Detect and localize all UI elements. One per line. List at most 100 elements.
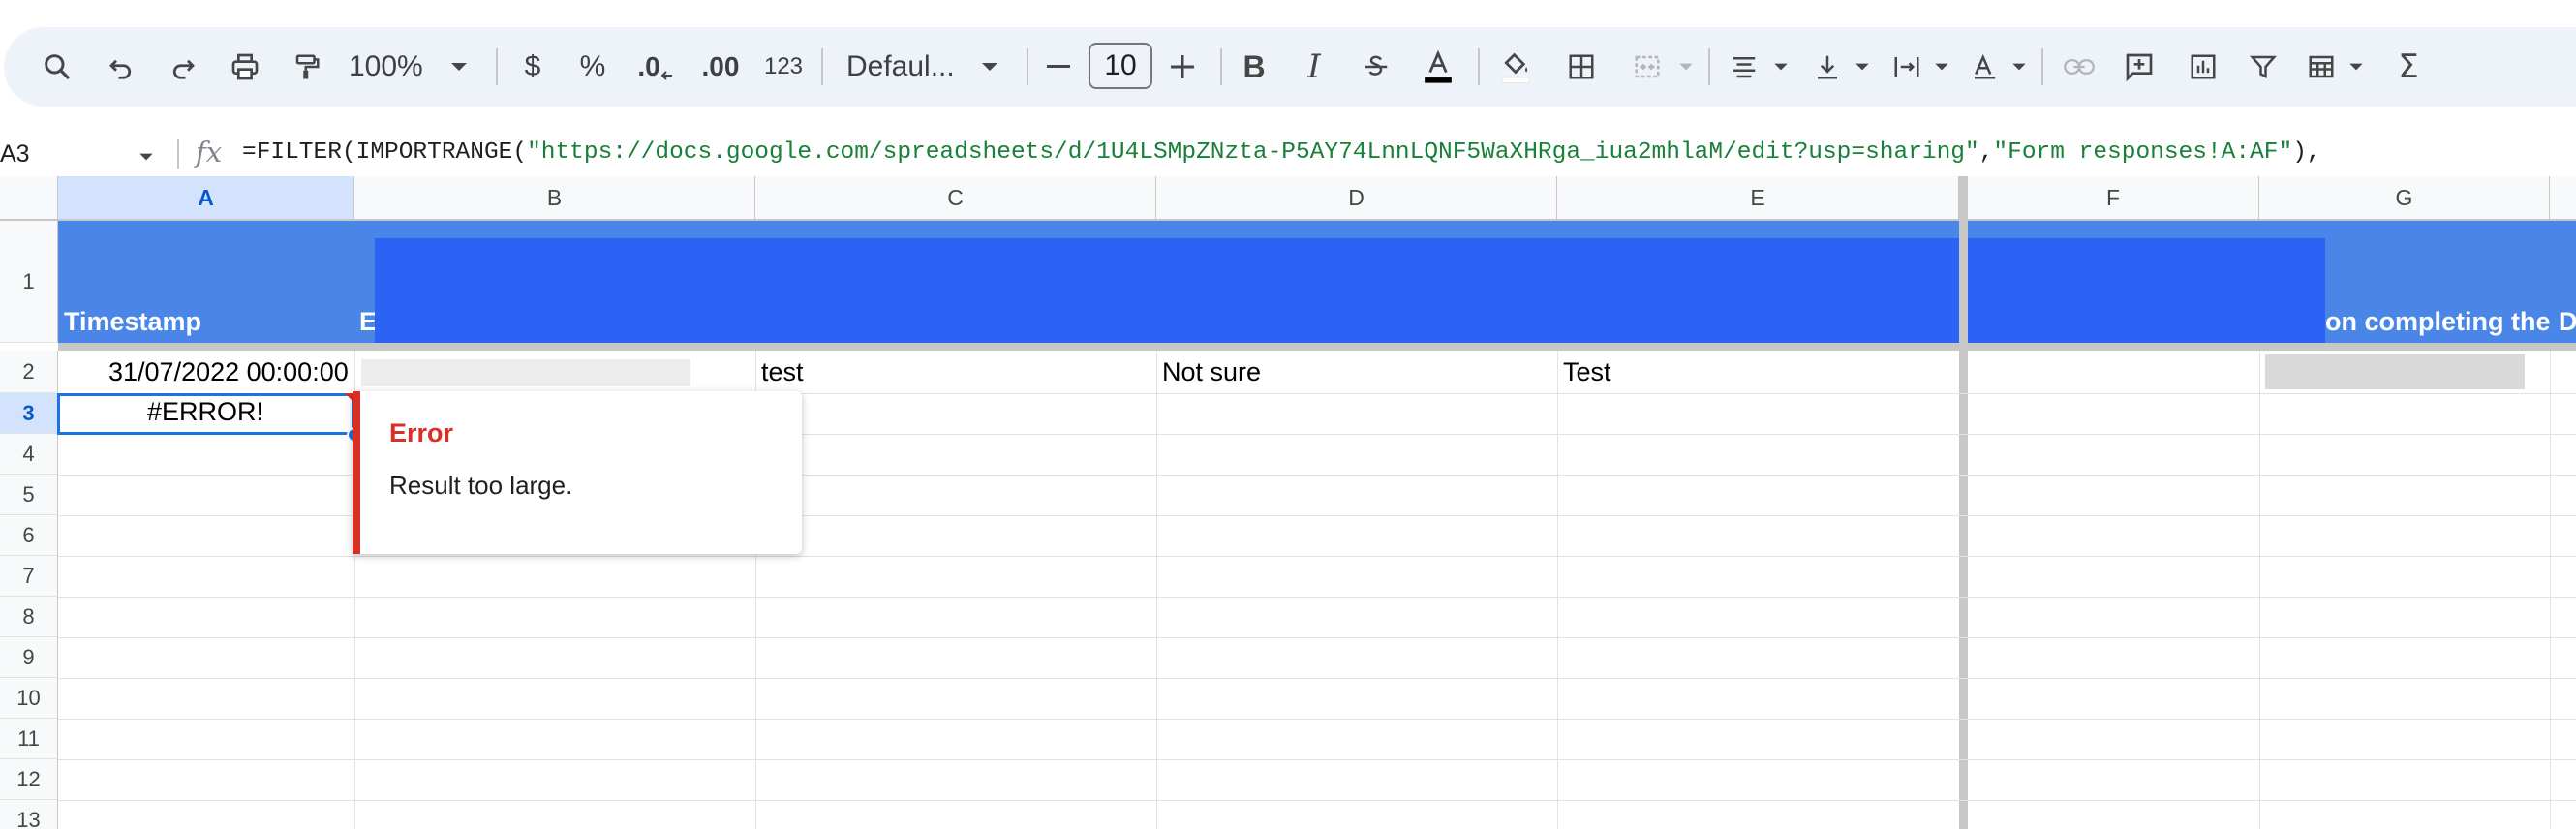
cell-c2[interactable]: test <box>761 357 804 387</box>
row-header-10[interactable]: 10 <box>0 678 58 719</box>
formula-comma: , <box>1978 139 1994 166</box>
font-size-increase-button[interactable] <box>1160 27 1205 107</box>
cell-e2[interactable]: Test <box>1563 357 1611 387</box>
row-header-5[interactable]: 5 <box>0 475 58 515</box>
italic-icon[interactable]: I <box>1290 27 1338 107</box>
row-header-1[interactable]: 1 <box>0 221 58 343</box>
undo-icon[interactable] <box>97 27 145 107</box>
cell-a2[interactable]: 31/07/2022 00:00:00 <box>108 357 349 387</box>
font-chevron-down-icon[interactable] <box>972 27 1007 107</box>
merge-chevron-down-icon[interactable] <box>1671 27 1701 107</box>
cell-d2[interactable]: Not sure <box>1162 357 1261 387</box>
gridline <box>2259 351 2260 829</box>
search-icon[interactable] <box>33 27 81 107</box>
name-box-chevron-down-icon[interactable] <box>138 149 155 167</box>
row-header-9[interactable]: 9 <box>0 637 58 678</box>
minus-icon <box>1047 65 1070 68</box>
row-header-8[interactable]: 8 <box>0 597 58 637</box>
gridline <box>58 556 2576 557</box>
row-header-3[interactable]: 3 <box>0 393 58 434</box>
frozen-row-divider[interactable] <box>58 343 2576 351</box>
decrease-decimal-button[interactable]: .0 <box>631 27 680 107</box>
text-color-icon[interactable] <box>1414 27 1462 107</box>
paint-format-icon[interactable] <box>283 27 331 107</box>
gridline <box>58 597 2576 598</box>
column-header-g[interactable]: G <box>2259 176 2550 219</box>
column-header-a[interactable]: A <box>58 176 354 219</box>
toolbar-divider <box>821 48 823 85</box>
active-cell-outline <box>57 393 354 435</box>
gridline <box>58 759 2576 760</box>
text-rotation-icon[interactable] <box>1960 27 2009 107</box>
column-header-d[interactable]: D <box>1156 176 1557 219</box>
strikethrough-icon[interactable] <box>1352 27 1400 107</box>
gridline <box>58 637 2576 638</box>
decrease-decimal-label: .0 <box>637 51 660 81</box>
font-family-select[interactable]: Defaul... <box>846 27 972 107</box>
percent-format-button[interactable]: % <box>571 27 614 107</box>
chart-icon[interactable] <box>2179 27 2227 107</box>
functions-icon[interactable]: Σ <box>2384 27 2433 107</box>
wrap-chevron-down-icon[interactable] <box>1927 27 1956 107</box>
increase-decimal-button[interactable]: .00 <box>693 27 748 107</box>
row-header-11[interactable]: 11 <box>0 719 58 759</box>
filter-icon[interactable] <box>2239 27 2287 107</box>
frozen-column-divider[interactable] <box>1959 176 1968 829</box>
gridline <box>1156 351 1157 829</box>
zoom-select[interactable]: 100% <box>349 27 436 107</box>
align-chevron-down-icon[interactable] <box>1766 27 1795 107</box>
cell-b2-redacted[interactable] <box>361 359 690 386</box>
table-icon[interactable] <box>2297 27 2346 107</box>
rotation-chevron-down-icon[interactable] <box>2005 27 2034 107</box>
row-header-12[interactable]: 12 <box>0 759 58 800</box>
plus-icon <box>1171 55 1194 78</box>
number-format-button[interactable]: 123 <box>759 27 808 107</box>
header-cell-h[interactable]: D <box>2559 307 2576 337</box>
column-header-c[interactable]: C <box>755 176 1156 219</box>
table-chevron-down-icon[interactable] <box>2342 27 2371 107</box>
column-header-h[interactable] <box>2550 176 2576 219</box>
bold-icon[interactable]: B <box>1230 27 1278 107</box>
fill-color-icon[interactable] <box>1491 27 1540 107</box>
zoom-value: 100% <box>349 50 423 82</box>
merge-cells-icon[interactable] <box>1623 27 1671 107</box>
cell-g2-redacted[interactable] <box>2265 354 2525 389</box>
font-size-decrease-button[interactable] <box>1036 27 1081 107</box>
header-cell-timestamp[interactable]: Timestamp <box>64 307 201 337</box>
toolbar-divider <box>2041 48 2043 85</box>
zoom-chevron-down-icon[interactable] <box>442 27 476 107</box>
column-header-b[interactable]: B <box>354 176 755 219</box>
column-header-f[interactable]: F <box>1968 176 2259 219</box>
main-toolbar: 100% $ % .0 .00 123 Defaul... 10 B I Σ <box>4 27 2576 107</box>
valign-chevron-down-icon[interactable] <box>1848 27 1877 107</box>
toolbar-divider <box>1478 48 1480 85</box>
horizontal-align-icon[interactable] <box>1720 27 1768 107</box>
gridline <box>1557 351 1558 829</box>
currency-format-button[interactable]: $ <box>511 27 554 107</box>
toolbar-divider <box>1708 48 1710 85</box>
vertical-align-icon[interactable] <box>1803 27 1852 107</box>
error-message: Result too large. <box>389 471 573 500</box>
row-header-7[interactable]: 7 <box>0 556 58 597</box>
print-icon[interactable] <box>221 27 269 107</box>
column-header-e[interactable]: E <box>1557 176 1959 219</box>
column-header-row: A B C D E F G <box>0 176 2576 221</box>
link-icon[interactable] <box>2055 27 2103 107</box>
select-all-corner[interactable] <box>0 176 58 219</box>
row-header-4[interactable]: 4 <box>0 434 58 475</box>
toolbar-area: ' 100% $ % .0 .00 123 Defaul... 10 B I Σ <box>0 0 2576 132</box>
row-header-13[interactable]: 13 <box>0 800 58 829</box>
header-cell-g[interactable]: on completing the <box>2325 307 2551 337</box>
font-size-input[interactable]: 10 <box>1089 43 1152 89</box>
redaction-block <box>375 238 2325 343</box>
row-header-6[interactable]: 6 <box>0 515 58 556</box>
redo-icon[interactable] <box>159 27 207 107</box>
text-wrap-icon[interactable] <box>1883 27 1931 107</box>
formula-suffix: ), <box>2292 139 2321 166</box>
borders-icon[interactable] <box>1557 27 1606 107</box>
formula-input[interactable]: =FILTER(IMPORTRANGE("https://docs.google… <box>242 139 2321 166</box>
row-header-2[interactable]: 2 <box>0 351 58 393</box>
comment-icon[interactable] <box>2115 27 2163 107</box>
error-title: Error <box>389 418 454 447</box>
formula-url-string: "https://docs.google.com/spreadsheets/d/… <box>527 139 1979 166</box>
